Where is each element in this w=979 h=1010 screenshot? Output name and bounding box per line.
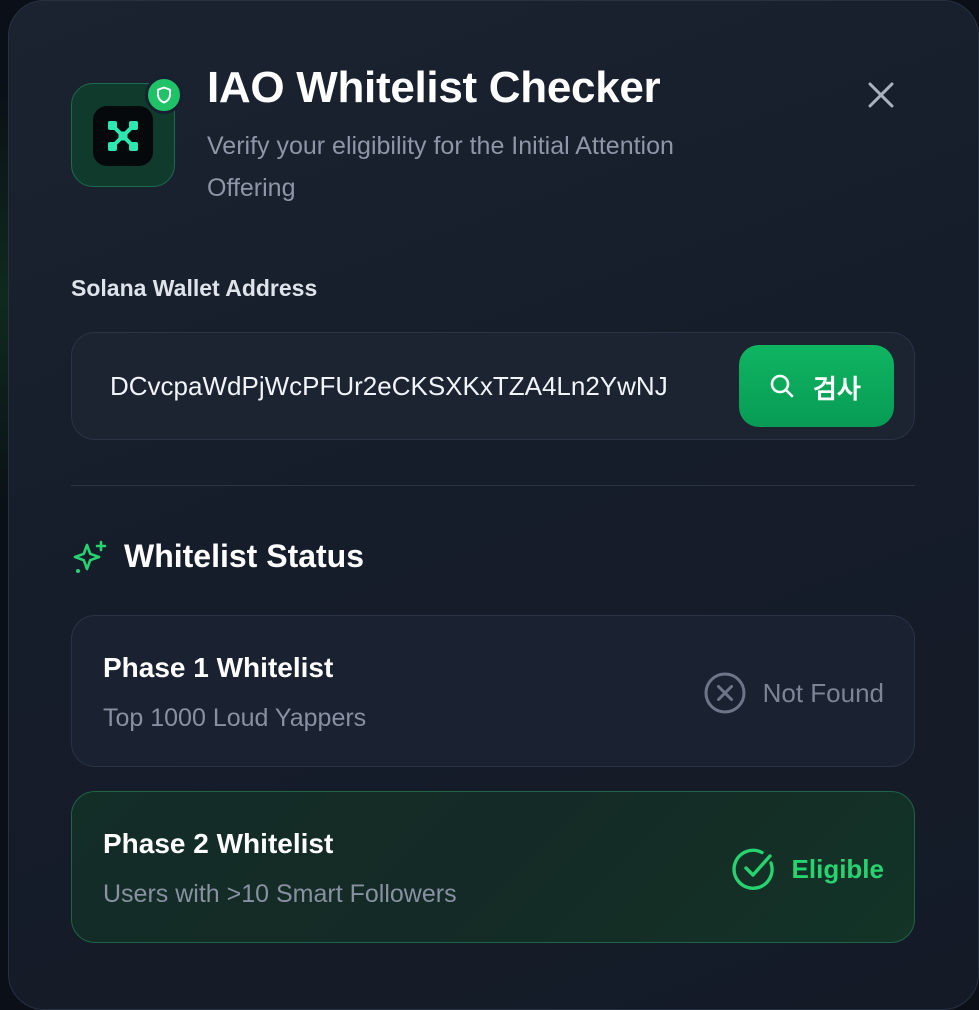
modal-subtitle: Verify your eligibility for the Initial … — [207, 132, 674, 202]
whitelist-status-heading: Whitelist Status — [124, 538, 365, 574]
search-icon — [770, 374, 794, 398]
close-icon — [868, 82, 894, 108]
wallet-input-container: 검사 — [71, 332, 915, 440]
section-divider — [71, 485, 915, 486]
phase-title: Phase 1 Whitelist — [103, 652, 334, 683]
status-text: Eligible — [791, 853, 884, 884]
check-circle-icon — [731, 848, 774, 890]
phase-status: Not Found — [703, 671, 884, 715]
phase-2-card: Phase 2 Whitelist Users with >10 Smart F… — [71, 791, 915, 943]
phase-status: Eligible — [731, 847, 884, 891]
status-text: Not Found — [762, 677, 884, 708]
x-circle-icon — [704, 672, 746, 714]
whitelist-checker-modal: IAO Whitelist Checker Verify your eligib… — [8, 0, 979, 1010]
modal-title: IAO Whitelist Checker — [207, 63, 661, 112]
phase-1-card: Phase 1 Whitelist Top 1000 Loud Yappers … — [71, 615, 915, 767]
close-button[interactable] — [861, 75, 901, 115]
x-logo-icon — [93, 106, 153, 166]
wallet-address-input[interactable] — [110, 361, 738, 411]
sparkle-icon — [73, 540, 107, 573]
phase-description: Top 1000 Loud Yappers — [103, 704, 367, 732]
phase-title: Phase 2 Whitelist — [103, 828, 334, 859]
phase-description: Users with >10 Smart Followers — [103, 880, 457, 908]
shield-icon — [157, 86, 171, 104]
verified-badge — [145, 76, 183, 114]
check-button-label: 검사 — [813, 375, 861, 405]
check-button[interactable]: 검사 — [739, 345, 894, 427]
wallet-address-label: Solana Wallet Address — [71, 275, 318, 301]
